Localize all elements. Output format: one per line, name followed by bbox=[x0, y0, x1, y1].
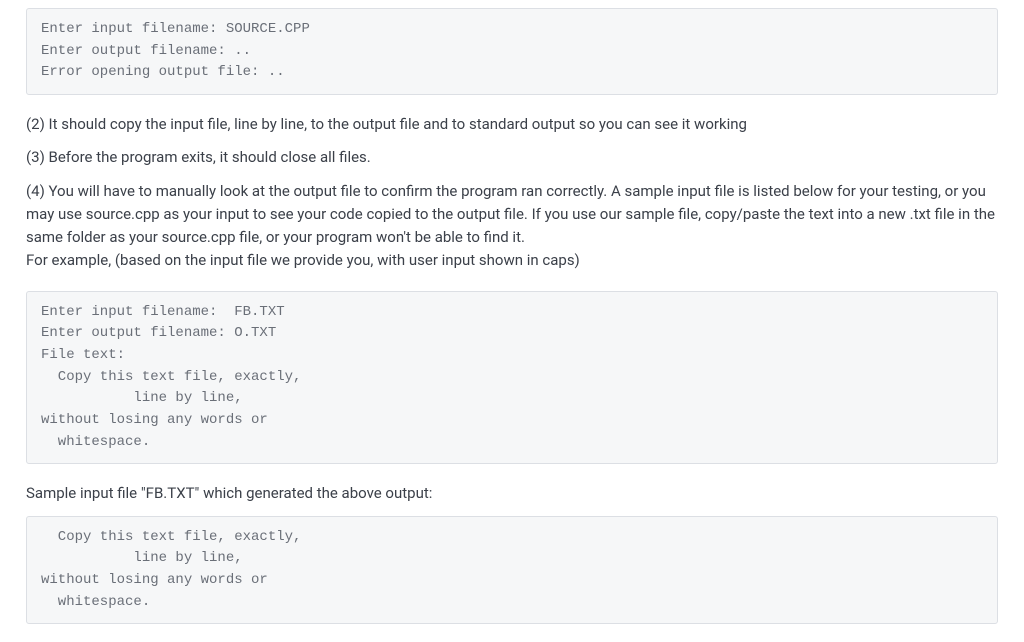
paragraph-step-4b: For example, (based on the input file we… bbox=[26, 249, 998, 272]
code-block-sample-input: Copy this text file, exactly, line by li… bbox=[26, 516, 998, 625]
paragraph-step-4a: (4) You will have to manually look at th… bbox=[26, 180, 998, 250]
code-block-run-example: Enter input filename: FB.TXT Enter outpu… bbox=[26, 291, 998, 465]
code-block-error-example: Enter input filename: SOURCE.CPP Enter o… bbox=[26, 8, 998, 95]
paragraph-step-3: (3) Before the program exits, it should … bbox=[26, 146, 998, 169]
paragraph-sample-label: Sample input file "FB.TXT" which generat… bbox=[26, 482, 998, 505]
paragraph-step-2: (2) It should copy the input file, line … bbox=[26, 113, 998, 136]
